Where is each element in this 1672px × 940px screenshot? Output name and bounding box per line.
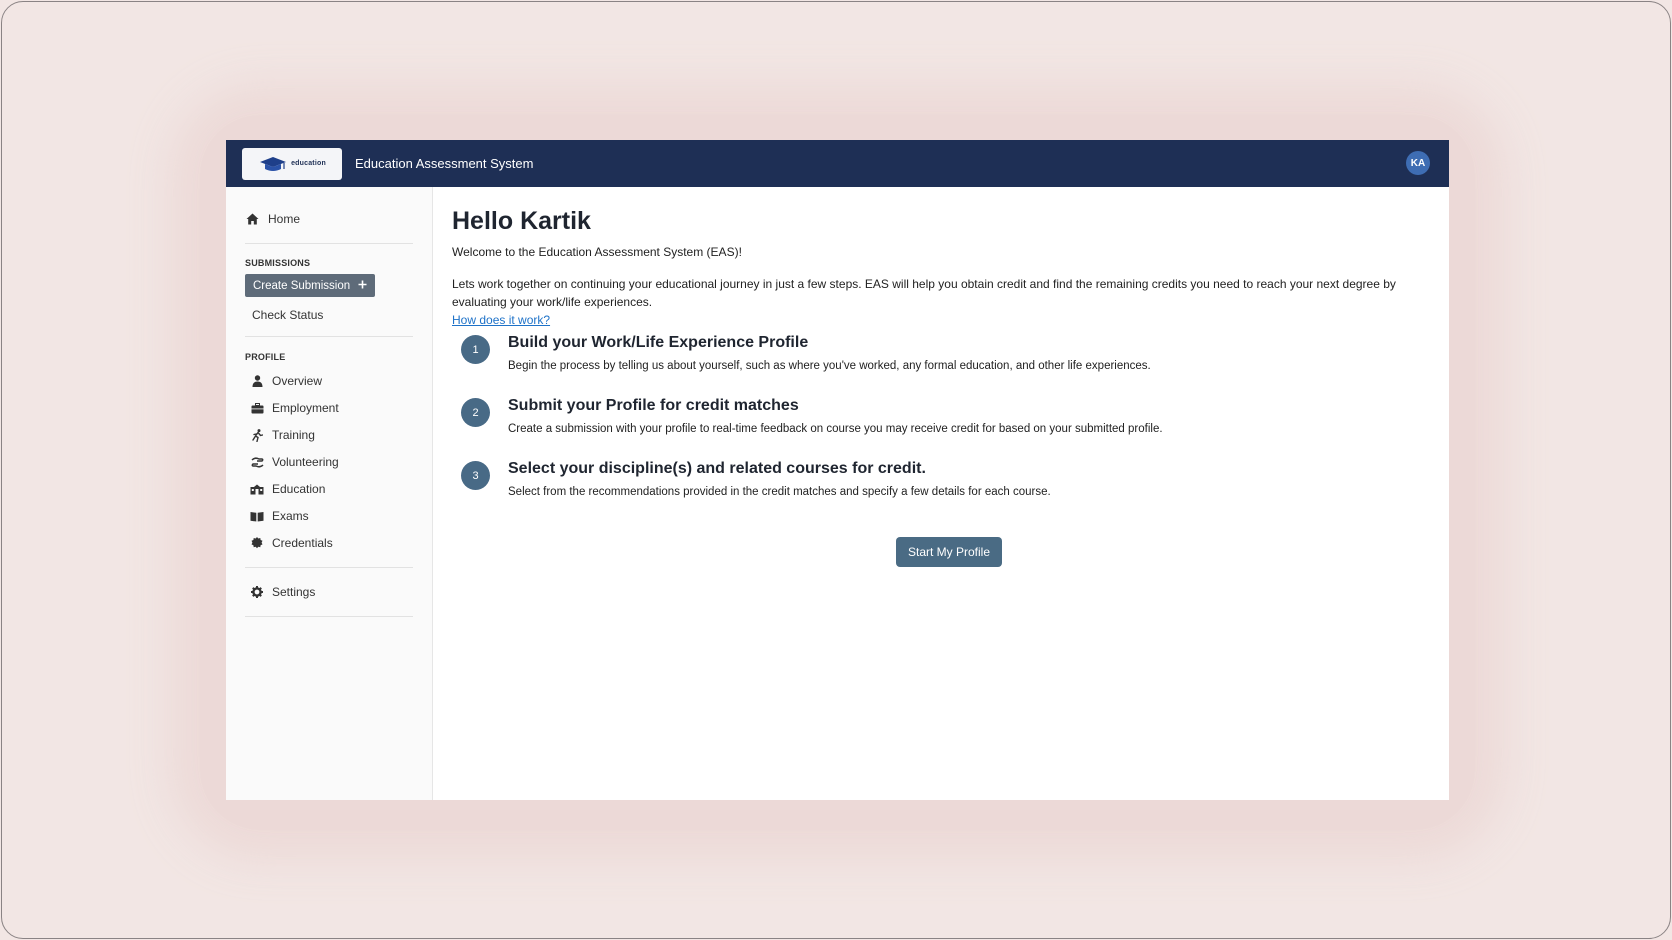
sidebar: Home SUBMISSIONS Create Submission Check… (226, 187, 433, 800)
step-title: Select your discipline(s) and related co… (508, 460, 926, 477)
step-number-badge: 3 (461, 461, 490, 490)
book-open-icon (250, 509, 264, 523)
sidebar-item-volunteering[interactable]: Volunteering (245, 453, 413, 471)
page-title: Hello Kartik (452, 207, 591, 235)
plus-icon (358, 280, 367, 292)
step-item: 1 Build your Work/Life Experience Profil… (452, 334, 1430, 397)
start-my-profile-button[interactable]: Start My Profile (896, 537, 1002, 567)
step-description: Begin the process by telling us about yo… (508, 360, 1151, 372)
how-it-works-link[interactable]: How does it work? (452, 313, 550, 327)
content-area: Home SUBMISSIONS Create Submission Check… (226, 187, 1449, 800)
step-item: 3 Select your discipline(s) and related … (452, 460, 1430, 523)
submissions-heading: SUBMISSIONS (245, 258, 311, 268)
step-description: Select from the recommendations provided… (508, 486, 1051, 498)
main-content: Hello Kartik Welcome to the Education As… (433, 187, 1449, 800)
step-number-badge: 1 (461, 335, 490, 364)
sidebar-item-home[interactable]: Home (245, 210, 413, 228)
divider (245, 336, 413, 337)
user-avatar[interactable]: KA (1406, 151, 1430, 175)
divider (245, 616, 413, 617)
user-icon (250, 374, 264, 388)
steps-list: 1 Build your Work/Life Experience Profil… (452, 334, 1430, 523)
sidebar-item-employment[interactable]: Employment (245, 399, 413, 417)
sidebar-item-label: Education (272, 482, 326, 496)
sidebar-item-label: Credentials (272, 536, 333, 550)
step-number-badge: 2 (461, 398, 490, 427)
hand-holding-icon (250, 455, 264, 469)
sidebar-item-label: Training (272, 428, 315, 442)
home-icon (245, 212, 259, 226)
step-description: Create a submission with your profile to… (508, 423, 1163, 435)
app-title: Education Assessment System (355, 156, 534, 171)
create-submission-label: Create Submission (253, 279, 351, 292)
step-item: 2 Submit your Profile for credit matches… (452, 397, 1430, 460)
sidebar-item-label: Settings (272, 585, 316, 599)
graduation-cap-icon (260, 156, 287, 171)
sidebar-item-settings[interactable]: Settings (245, 583, 413, 601)
profile-heading: PROFILE (245, 352, 286, 362)
create-submission-button[interactable]: Create Submission (245, 274, 376, 297)
sidebar-item-label: Home (268, 212, 301, 226)
sidebar-item-label: Overview (272, 374, 323, 388)
sidebar-item-overview[interactable]: Overview (245, 372, 413, 390)
sidebar-item-training[interactable]: Training (245, 426, 413, 444)
welcome-text: Welcome to the Education Assessment Syst… (452, 245, 742, 259)
app-window: education Education Assessment System KA… (226, 140, 1449, 800)
top-bar: education Education Assessment System KA (226, 140, 1449, 187)
sidebar-item-education[interactable]: Education (245, 480, 413, 498)
sidebar-item-exams[interactable]: Exams (245, 507, 413, 525)
divider (245, 567, 413, 568)
sidebar-item-label: Employment (272, 401, 339, 415)
briefcase-icon (250, 401, 264, 415)
logo[interactable]: education (242, 147, 342, 180)
school-icon (250, 482, 264, 496)
certificate-icon (250, 536, 264, 550)
logo-text: education (291, 160, 326, 167)
intro-text: Lets work together on continuing your ed… (452, 277, 1396, 309)
sidebar-item-credentials[interactable]: Credentials (245, 534, 413, 552)
divider (245, 243, 413, 244)
sidebar-item-label: Exams (272, 509, 309, 523)
running-person-icon (250, 428, 264, 442)
sidebar-item-check-status[interactable]: Check Status (245, 308, 413, 322)
step-title: Build your Work/Life Experience Profile (508, 334, 809, 351)
gear-icon (250, 585, 264, 599)
step-title: Submit your Profile for credit matches (508, 397, 799, 414)
sidebar-item-label: Volunteering (272, 455, 339, 469)
